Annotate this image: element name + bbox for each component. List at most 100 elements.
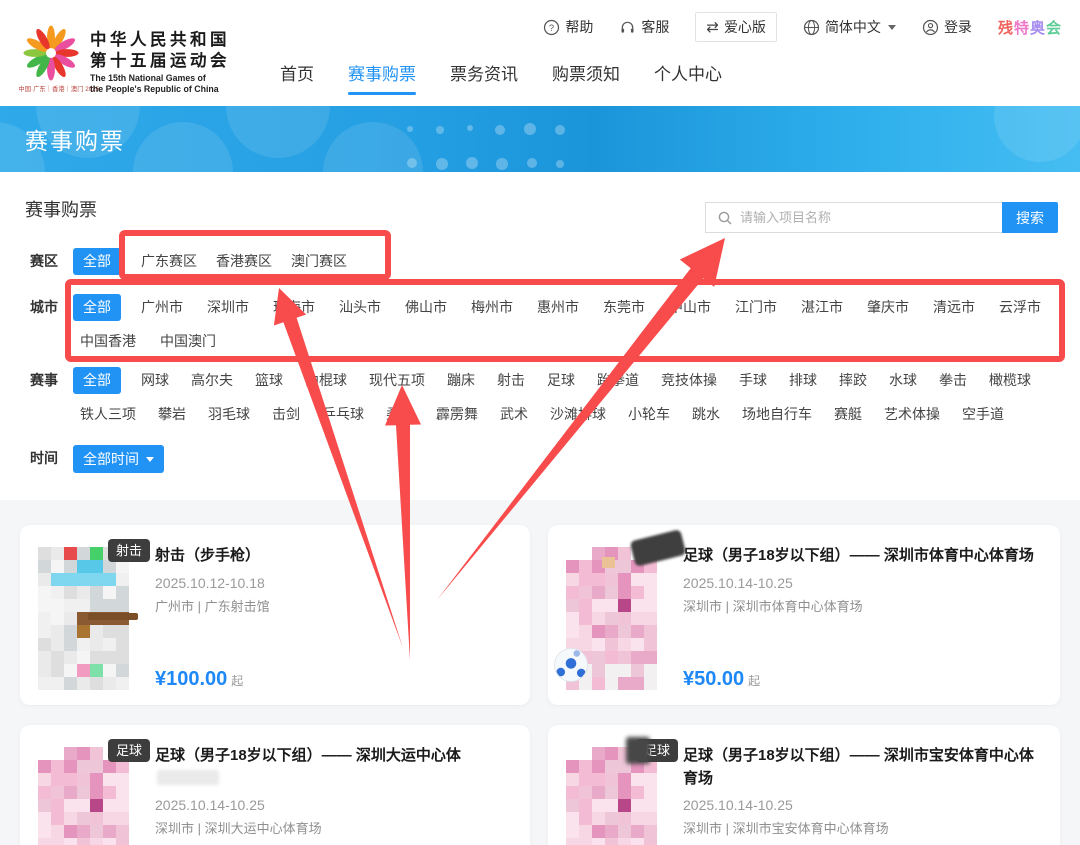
time-filter-row: 时间 全部时间 bbox=[30, 445, 1062, 473]
event-option[interactable]: 乒乓球 bbox=[322, 401, 364, 428]
city-option[interactable]: 清远市 bbox=[933, 294, 975, 321]
city-option[interactable]: 珠海市 bbox=[273, 294, 315, 321]
event-option[interactable]: 跳水 bbox=[692, 401, 720, 428]
event-option[interactable]: 现代五项 bbox=[369, 367, 425, 394]
login-button[interactable]: 登录 bbox=[922, 17, 972, 37]
event-title: 足球（男子18岁以下组）—— 深圳大运中心体 bbox=[155, 745, 516, 790]
event-date: 2025.10.14-10.25 bbox=[683, 797, 1046, 813]
zone-option[interactable]: 广东赛区 bbox=[141, 248, 197, 275]
nav-tab-home[interactable]: 首页 bbox=[280, 60, 314, 95]
city-option[interactable]: 中山市 bbox=[669, 294, 711, 321]
city-filter-row: 城市 全部 广州市深圳市珠海市汕头市佛山市梅州市惠州市东莞市中山市江门市湛江市肇… bbox=[30, 294, 1062, 355]
utility-bar: ? 帮助 客服 ⇄ 爱心版 简体中文 登录 残 bbox=[543, 12, 1062, 42]
event-title: 足球（男子18岁以下组）—— 深圳市宝安体育中心体育场 bbox=[683, 745, 1046, 790]
event-option[interactable]: 射击 bbox=[497, 367, 525, 394]
event-option[interactable]: 手球 bbox=[739, 367, 767, 394]
redacted-badge bbox=[630, 529, 687, 567]
event-option[interactable]: 水球 bbox=[889, 367, 917, 394]
soccer-ball-graphic bbox=[554, 648, 588, 682]
nav-tab-purchase-notes[interactable]: 购票须知 bbox=[552, 60, 620, 95]
event-option[interactable]: 高尔夫 bbox=[191, 367, 233, 394]
event-filter-row: 赛事 全部 网球高尔夫篮球曲棍球现代五项蹦床射击足球跆拳道竞技体操手球排球摔跤水… bbox=[30, 367, 1062, 428]
event-price: ¥50.00 起 bbox=[683, 668, 760, 691]
event-option[interactable]: 曲棍球 bbox=[305, 367, 347, 394]
help-button[interactable]: ? 帮助 bbox=[543, 17, 593, 37]
event-location: 深圳市 | 深圳市体育中心体育场 bbox=[683, 596, 1046, 615]
event-option[interactable]: 足球 bbox=[547, 367, 575, 394]
accessibility-mode-button[interactable]: ⇄ 爱心版 bbox=[695, 12, 777, 42]
city-option[interactable]: 佛山市 bbox=[405, 294, 447, 321]
event-card-football-baoan[interactable]: 足球 足球（男子18岁以下组）—— 深圳市宝安体育中心体育场 2025.10.1… bbox=[548, 725, 1060, 845]
para-games-char: 特 bbox=[1014, 17, 1030, 38]
event-location: 深圳市 | 深圳大运中心体育场 bbox=[155, 818, 516, 837]
event-location: 广州市 | 广东射击馆 bbox=[155, 596, 516, 615]
event-option[interactable]: 网球 bbox=[141, 367, 169, 394]
logo-subtext: 中国·广东｜香港｜澳门 2025 bbox=[18, 85, 97, 94]
event-card-list: 射击 射击（步手枪） 2025.10.12-10.18 广州市 | 广东射击馆 … bbox=[0, 500, 1080, 845]
event-option[interactable]: 柔道 bbox=[386, 401, 414, 428]
time-all-dropdown[interactable]: 全部时间 bbox=[73, 445, 164, 473]
event-date: 2025.10.14-10.25 bbox=[683, 575, 1046, 591]
event-option[interactable]: 武术 bbox=[500, 401, 528, 428]
event-option[interactable]: 赛艇 bbox=[834, 401, 862, 428]
para-games-char: 会 bbox=[1046, 17, 1062, 38]
event-card-football-universiade[interactable]: 足球 足球（男子18岁以下组）—— 深圳大运中心体 2025.10.14-10.… bbox=[20, 725, 530, 845]
event-option[interactable]: 摔跤 bbox=[839, 367, 867, 394]
event-option[interactable]: 竞技体操 bbox=[661, 367, 717, 394]
city-option[interactable]: 中国香港 bbox=[80, 328, 136, 355]
globe-icon bbox=[803, 19, 820, 36]
search-input[interactable] bbox=[705, 202, 1002, 233]
event-option[interactable]: 篮球 bbox=[255, 367, 283, 394]
event-option[interactable]: 攀岩 bbox=[158, 401, 186, 428]
mascot-pixel bbox=[602, 557, 615, 568]
event-option[interactable]: 场地自行车 bbox=[742, 401, 812, 428]
city-option[interactable]: 广州市 bbox=[141, 294, 183, 321]
city-option[interactable]: 梅州市 bbox=[471, 294, 513, 321]
para-games-char: 奥 bbox=[1030, 17, 1046, 38]
main-nav: 首页 赛事购票 票务资讯 购票须知 个人中心 bbox=[280, 60, 722, 95]
event-badge: 射击 bbox=[108, 539, 150, 562]
event-option[interactable]: 艺术体操 bbox=[884, 401, 940, 428]
nav-tab-personal-center[interactable]: 个人中心 bbox=[654, 60, 722, 95]
event-card-shooting[interactable]: 射击 射击（步手枪） 2025.10.12-10.18 广州市 | 广东射击馆 … bbox=[20, 525, 530, 705]
event-option[interactable]: 铁人三项 bbox=[80, 401, 136, 428]
event-date: 2025.10.12-10.18 bbox=[155, 575, 516, 591]
brand-line-en-2: the People's Republic of China bbox=[90, 84, 230, 95]
event-option[interactable]: 小轮车 bbox=[628, 401, 670, 428]
city-option[interactable]: 深圳市 bbox=[207, 294, 249, 321]
nav-tab-event-tickets[interactable]: 赛事购票 bbox=[348, 60, 416, 95]
zone-all-chip[interactable]: 全部 bbox=[73, 248, 121, 275]
help-label: 帮助 bbox=[565, 17, 593, 37]
city-option[interactable]: 湛江市 bbox=[801, 294, 843, 321]
banner-decor bbox=[0, 106, 1080, 172]
zone-option[interactable]: 澳门赛区 bbox=[291, 248, 347, 275]
event-option[interactable]: 排球 bbox=[789, 367, 817, 394]
city-option[interactable]: 江门市 bbox=[735, 294, 777, 321]
search-button[interactable]: 搜索 bbox=[1002, 202, 1058, 233]
para-games-link[interactable]: 残 特 奥 会 bbox=[998, 17, 1062, 38]
city-all-chip[interactable]: 全部 bbox=[73, 294, 121, 321]
event-all-chip[interactable]: 全部 bbox=[73, 367, 121, 394]
customer-service-button[interactable]: 客服 bbox=[619, 17, 669, 37]
city-option[interactable]: 东莞市 bbox=[603, 294, 645, 321]
event-option[interactable]: 橄榄球 bbox=[989, 367, 1031, 394]
event-option[interactable]: 霹雳舞 bbox=[436, 401, 478, 428]
event-option[interactable]: 沙滩排球 bbox=[550, 401, 606, 428]
city-option[interactable]: 惠州市 bbox=[537, 294, 579, 321]
event-option[interactable]: 击剑 bbox=[272, 401, 300, 428]
event-option[interactable]: 跆拳道 bbox=[597, 367, 639, 394]
event-option[interactable]: 拳击 bbox=[939, 367, 967, 394]
city-option[interactable]: 中国澳门 bbox=[160, 328, 216, 355]
city-option[interactable]: 肇庆市 bbox=[867, 294, 909, 321]
event-option[interactable]: 空手道 bbox=[962, 401, 1004, 428]
event-card-football-center[interactable]: 足球（男子18岁以下组）—— 深圳市体育中心体育场 2025.10.14-10.… bbox=[548, 525, 1060, 705]
nav-tab-ticket-news[interactable]: 票务资讯 bbox=[450, 60, 518, 95]
event-option[interactable]: 羽毛球 bbox=[208, 401, 250, 428]
redaction-blur bbox=[157, 770, 219, 785]
event-option[interactable]: 蹦床 bbox=[447, 367, 475, 394]
city-option[interactable]: 汕头市 bbox=[339, 294, 381, 321]
city-option[interactable]: 云浮市 bbox=[999, 294, 1041, 321]
zone-option[interactable]: 香港赛区 bbox=[216, 248, 272, 275]
event-title: 射击（步手枪） bbox=[155, 545, 516, 568]
language-select[interactable]: 简体中文 bbox=[803, 17, 896, 37]
